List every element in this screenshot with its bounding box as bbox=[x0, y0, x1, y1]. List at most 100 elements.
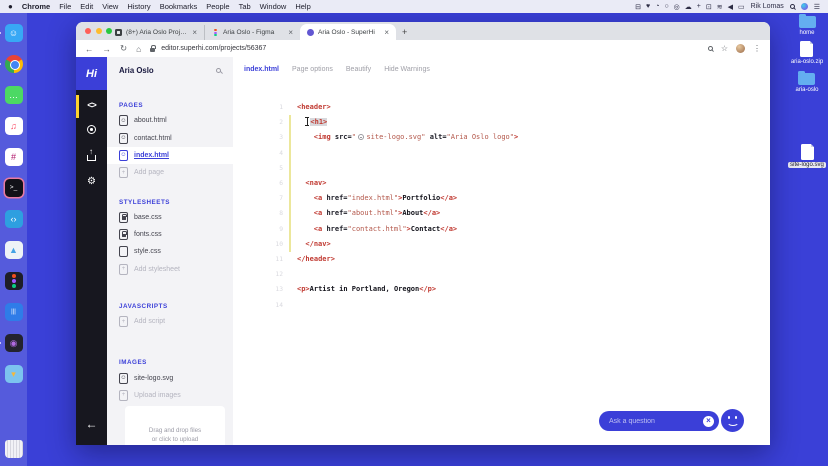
file-style.css[interactable]: style.css bbox=[107, 243, 233, 260]
code-line[interactable]: 7 <a href="index.html">Portfolio</a> bbox=[233, 191, 770, 206]
file-search-icon[interactable] bbox=[216, 68, 221, 73]
open-file-tab[interactable]: index.html bbox=[244, 66, 279, 73]
menu-edit[interactable]: Edit bbox=[80, 2, 93, 11]
dock-slack-icon[interactable]: # bbox=[4, 148, 23, 166]
new-tab-button[interactable]: + bbox=[402, 27, 407, 37]
desktop-icon-home[interactable]: home bbox=[798, 13, 816, 36]
dock-preview-icon[interactable]: ▲ bbox=[4, 241, 23, 259]
back-button[interactable]: ← bbox=[85, 44, 94, 54]
menu-window[interactable]: Window bbox=[260, 2, 287, 11]
zoom-page-icon[interactable] bbox=[707, 46, 713, 51]
hide-warnings-button[interactable]: Hide Warnings bbox=[384, 66, 430, 73]
clock-icon[interactable]: ◔ bbox=[655, 3, 659, 10]
chat-smiley-button[interactable] bbox=[720, 408, 745, 433]
file-add-stylesheet[interactable]: + Add stylesheet bbox=[107, 261, 233, 278]
file-contact.html[interactable]: ☺ contact.html bbox=[107, 129, 233, 146]
circle-icon[interactable]: ○ bbox=[664, 3, 668, 10]
dock-terminal-icon[interactable]: >_ bbox=[4, 179, 23, 197]
beautify-button[interactable]: Beautify bbox=[346, 66, 371, 73]
record-icon[interactable]: ◎ bbox=[674, 3, 680, 11]
desktop-icon-site-logo.svg[interactable]: site-logo.svg bbox=[788, 144, 826, 168]
shield-icon[interactable]: ♥ bbox=[646, 3, 650, 10]
file-add-page[interactable]: + Add page bbox=[107, 164, 233, 181]
zoom-window-button[interactable] bbox=[106, 28, 112, 34]
file-about.html[interactable]: ☺ about.html bbox=[107, 112, 233, 129]
menubar-username[interactable]: Rik Lomas bbox=[751, 3, 784, 10]
browser-profile-avatar[interactable] bbox=[736, 44, 745, 53]
preview-icon[interactable] bbox=[87, 125, 96, 134]
file-add-script[interactable]: + Add script bbox=[107, 313, 233, 330]
siri-icon[interactable] bbox=[800, 3, 808, 10]
dock-messages-icon[interactable]: … bbox=[4, 86, 23, 104]
file-index.html[interactable]: ☺ index.html bbox=[107, 146, 233, 165]
dock-trash-icon[interactable] bbox=[4, 440, 23, 458]
code-line[interactable]: 5 bbox=[233, 161, 770, 176]
menu-bookmarks[interactable]: Bookmarks bbox=[160, 2, 198, 11]
dock-intercom-icon[interactable]: ||| bbox=[4, 303, 23, 321]
tab-close-icon[interactable]: × bbox=[192, 28, 197, 37]
spotlight-search-icon[interactable] bbox=[789, 4, 795, 9]
volume-icon[interactable]: ◀ bbox=[728, 3, 733, 11]
code-line[interactable]: 9 <a href="contact.html">Contact</a> bbox=[233, 222, 770, 237]
page-options-button[interactable]: Page options bbox=[292, 66, 333, 73]
desktop-icon-aria-oslo[interactable]: aria-oslo bbox=[795, 70, 819, 93]
browser-tab[interactable]: Aria Oslo - SuperHi × bbox=[300, 24, 396, 40]
forward-button[interactable]: → bbox=[103, 44, 112, 54]
display-icon[interactable]: ⊡ bbox=[706, 3, 712, 11]
code-line[interactable]: 3 <img src=" site-logo.svg" alt="Aria Oslo… bbox=[233, 130, 770, 145]
chat-close-icon[interactable]: × bbox=[703, 415, 714, 427]
address-bar[interactable]: editor.superhi.com/projects/56367 bbox=[161, 45, 266, 52]
code-line[interactable]: 8 <a href="about.html">About</a> bbox=[233, 206, 770, 221]
dock-bird-icon[interactable]: ▾ bbox=[4, 365, 23, 383]
browser-menu-icon[interactable]: ⋮ bbox=[753, 44, 761, 53]
dock-vscode-icon[interactable]: ‹› bbox=[4, 210, 23, 228]
plus-icon[interactable]: + bbox=[697, 3, 701, 10]
notification-center-icon[interactable]: ☰ bbox=[814, 3, 820, 11]
dock-chrome-icon[interactable] bbox=[0, 55, 23, 73]
code-view-icon[interactable]: <> bbox=[87, 100, 96, 110]
menu-people[interactable]: People bbox=[206, 2, 229, 11]
file-site-logo.svg[interactable]: ☺ site-logo.svg bbox=[107, 369, 233, 386]
tab-close-icon[interactable]: × bbox=[384, 28, 389, 37]
file-fonts.css[interactable]: fonts.css bbox=[107, 226, 233, 243]
ask-question-input[interactable] bbox=[599, 417, 703, 425]
menu-view[interactable]: View bbox=[102, 2, 118, 11]
browser-tab[interactable]: (8+) Aria Oslo Project × bbox=[108, 25, 204, 40]
dock-finder-icon[interactable]: ☺ bbox=[0, 24, 23, 42]
code-line[interactable]: 14 bbox=[233, 298, 770, 313]
code-line[interactable]: 11 </header> bbox=[233, 252, 770, 267]
code-lines[interactable]: 1 <header> 2 <h1> 3 <img src=" site-logo.svg" … bbox=[233, 100, 770, 313]
minimize-window-button[interactable] bbox=[95, 28, 102, 34]
display-mirror-icon[interactable]: ⊟ bbox=[635, 3, 641, 11]
dock-music-icon[interactable]: ♫ bbox=[4, 117, 23, 135]
menu-file[interactable]: File bbox=[59, 2, 71, 11]
menu-history[interactable]: History bbox=[127, 2, 150, 11]
menu-chrome[interactable]: Chrome bbox=[22, 2, 50, 11]
wifi-icon[interactable]: ≋ bbox=[717, 3, 723, 11]
menu-help[interactable]: Help bbox=[295, 2, 310, 11]
reload-button[interactable]: ↻ bbox=[120, 43, 127, 54]
code-line[interactable]: 1 <header> bbox=[233, 100, 770, 115]
browser-tab[interactable]: Aria Oslo - Figma × bbox=[204, 25, 300, 40]
code-line[interactable]: 12 bbox=[233, 267, 770, 282]
back-to-dashboard-button[interactable]: ← bbox=[86, 417, 98, 431]
tab-close-icon[interactable]: × bbox=[288, 28, 293, 37]
publish-icon[interactable] bbox=[87, 147, 96, 161]
file-base.css[interactable]: base.css bbox=[107, 209, 233, 226]
menu-tab[interactable]: Tab bbox=[239, 2, 251, 11]
cloud-icon[interactable]: ☁ bbox=[685, 3, 692, 11]
code-line[interactable]: 13 <p>Artist in Portland, Oregon</p> bbox=[233, 282, 770, 297]
close-window-button[interactable] bbox=[85, 28, 91, 34]
code-line[interactable]: 4 bbox=[233, 146, 770, 161]
bookmark-star-icon[interactable]: ☆ bbox=[721, 44, 728, 53]
settings-gear-icon[interactable]: ⚙ bbox=[87, 176, 96, 187]
desktop-icon-aria-oslo.zip[interactable]: aria-oslo.zip bbox=[791, 41, 823, 65]
battery-icon[interactable]: ▭ bbox=[738, 3, 745, 11]
code-line[interactable]: 10 </nav> bbox=[233, 237, 770, 252]
dock-figma-icon[interactable] bbox=[4, 272, 23, 290]
apple-menu-icon[interactable]: ● bbox=[8, 2, 13, 11]
file-upload-images[interactable]: + Upload images bbox=[107, 387, 233, 404]
file-dropzone[interactable]: Drag and drop files or click to upload bbox=[125, 406, 225, 445]
code-line[interactable]: 6 <nav> bbox=[233, 176, 770, 191]
home-button[interactable]: ⌂ bbox=[136, 44, 141, 54]
